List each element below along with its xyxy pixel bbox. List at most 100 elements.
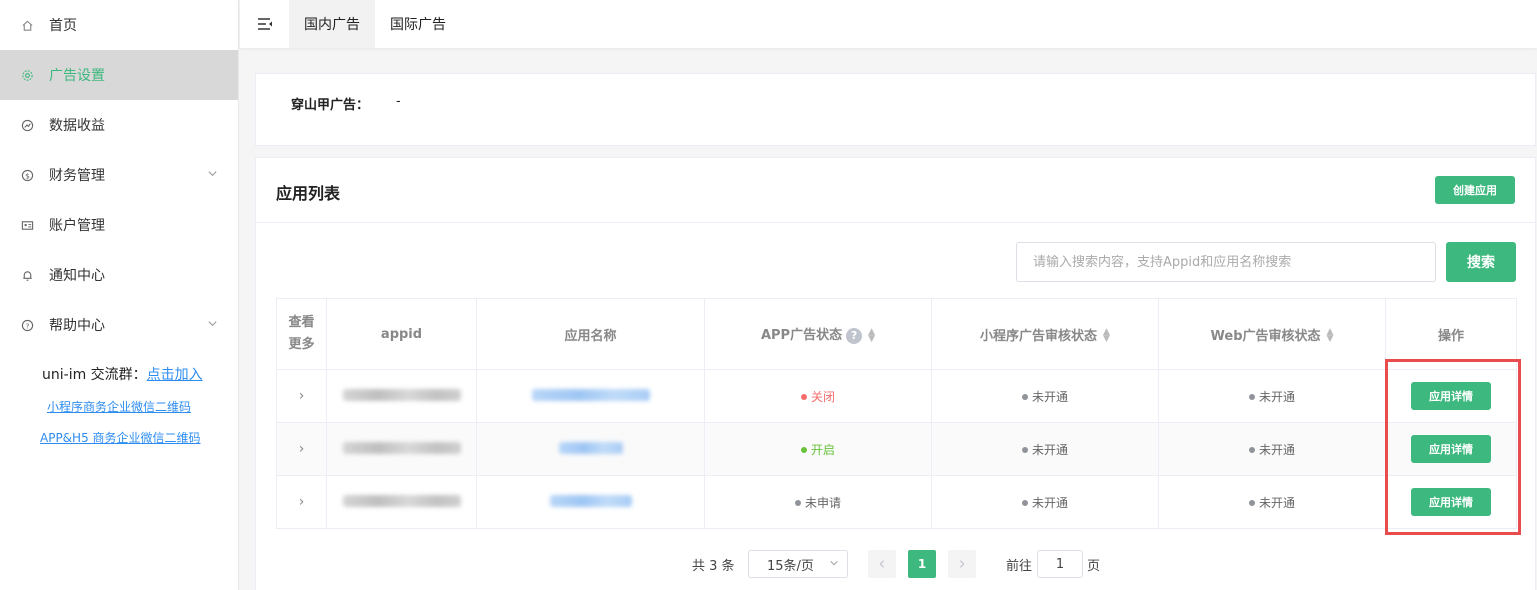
- page-size-select[interactable]: 15条/页: [748, 550, 848, 578]
- sort-icon[interactable]: ▲ ▼: [1327, 328, 1334, 344]
- pagination-total: 共 3 条: [692, 559, 735, 574]
- tab-international-ads[interactable]: 国际广告: [375, 0, 461, 48]
- column-header-label: 操作: [1437, 328, 1464, 344]
- status-dot: [1248, 394, 1255, 400]
- sort-icon[interactable]: ▲ ▼: [868, 327, 875, 343]
- goto-label: 前往: [1006, 559, 1033, 574]
- sidebar-item-revenue[interactable]: 数据收益: [0, 100, 238, 150]
- help-question-icon[interactable]: ?: [846, 327, 863, 344]
- home-icon: [20, 18, 34, 32]
- sidebar-item-ad-settings[interactable]: 广告设置: [0, 50, 238, 100]
- status-badge: 开启: [810, 442, 835, 457]
- sidebar: 首页 广告设置 数据收益 $ 财务管理 账户管理 通知中心 ? 帮助中心 uni…: [0, 0, 239, 590]
- appid-cell: [326, 422, 477, 476]
- column-header-web-status[interactable]: Web广告审核状态 ▲ ▼: [1158, 298, 1386, 370]
- app-name-cell: [476, 369, 705, 423]
- expand-row-toggle[interactable]: ›: [276, 369, 327, 423]
- chevron-down-icon: [207, 168, 218, 182]
- appid-redacted: [342, 441, 461, 454]
- sidebar-item-notifications[interactable]: 通知中心: [0, 250, 238, 300]
- svg-text:?: ?: [25, 321, 29, 330]
- table-header-row: 查看更多 appid 应用名称 APP广告状态? ▲ ▼ 小程序广告审核状态 ▲ ▼ W…: [276, 298, 1517, 370]
- app-name-redacted[interactable]: [558, 441, 623, 454]
- community-group-row: uni-im 交流群：点击加入: [42, 364, 238, 384]
- pangolin-ad-card: 穿山甲广告： -: [255, 73, 1536, 146]
- status-badge: 未申请: [804, 495, 841, 510]
- gear-icon: [20, 68, 34, 82]
- status-badge: 未开通: [1031, 495, 1068, 510]
- search-button[interactable]: 搜索: [1446, 242, 1516, 282]
- app-ad-status-cell: 未申请: [704, 475, 932, 529]
- svg-text:$: $: [25, 171, 30, 180]
- chevron-down-icon: [829, 558, 839, 571]
- chevron-right-icon[interactable]: ›: [299, 388, 305, 404]
- chevron-right-icon[interactable]: ›: [299, 494, 305, 510]
- table-row: › 未申请 未开通 未开通 应用详情: [276, 475, 1517, 529]
- sidebar-item-label: 财务管理: [49, 168, 105, 184]
- app-list-card: 应用列表 创建应用 搜索 查看更多 appid 应用名称 APP广告状态? ▲▼ …: [255, 157, 1536, 590]
- column-header-appid: appid: [326, 298, 477, 370]
- status-badge: 未开通: [1258, 389, 1295, 404]
- join-group-link[interactable]: 点击加入: [147, 367, 203, 383]
- web-status-cell: 未开通: [1158, 422, 1386, 476]
- sidebar-item-help[interactable]: ? 帮助中心: [0, 300, 238, 350]
- status-dot: [800, 394, 807, 400]
- web-status-cell: 未开通: [1158, 475, 1386, 529]
- appid-redacted: [342, 388, 461, 401]
- app-name-redacted[interactable]: [531, 388, 650, 401]
- miniprogram-business-qr-link[interactable]: 小程序商务企业微信二维码: [42, 398, 238, 415]
- column-header-label: 应用名称: [564, 328, 617, 344]
- status-badge: 未开通: [1258, 495, 1295, 510]
- pangolin-ad-value: -: [396, 94, 401, 109]
- appid-cell: [326, 369, 477, 423]
- sidebar-item-finance[interactable]: $ 财务管理: [0, 150, 238, 200]
- status-dot: [1021, 394, 1028, 400]
- column-header-miniprogram-status[interactable]: 小程序广告审核状态 ▲ ▼: [931, 298, 1159, 370]
- actions-highlight-box: [1385, 359, 1521, 535]
- create-app-button[interactable]: 创建应用: [1435, 176, 1515, 204]
- sidebar-item-label: 账户管理: [49, 218, 105, 234]
- app-ad-status-cell: 关闭: [704, 369, 932, 423]
- miniprogram-status-cell: 未开通: [931, 475, 1159, 529]
- prev-page-button[interactable]: [868, 550, 896, 578]
- next-page-button[interactable]: [948, 550, 976, 578]
- column-header-app-ad-status[interactable]: APP广告状态? ▲ ▼: [704, 298, 932, 370]
- page-number-current[interactable]: 1: [908, 550, 936, 578]
- expand-row-toggle[interactable]: ›: [276, 422, 327, 476]
- status-dot: [1248, 500, 1255, 506]
- sidebar-item-account[interactable]: 账户管理: [0, 200, 238, 250]
- community-group-label: uni-im 交流群：: [42, 367, 147, 383]
- search-input[interactable]: [1016, 242, 1436, 282]
- column-header-label: appid: [380, 326, 423, 342]
- table-row: › 开启 未开通 未开通 应用详情: [276, 422, 1517, 476]
- menu-collapse-icon[interactable]: [240, 0, 289, 48]
- web-status-cell: 未开通: [1158, 369, 1386, 423]
- app-name-cell: [476, 422, 705, 476]
- sidebar-item-label: 通知中心: [49, 268, 105, 284]
- column-header-expand: 查看更多: [276, 298, 327, 370]
- expand-row-toggle[interactable]: ›: [276, 475, 327, 529]
- account-icon: [20, 218, 34, 232]
- sidebar-item-home[interactable]: 首页: [0, 0, 238, 50]
- sidebar-item-label: 数据收益: [49, 118, 105, 134]
- status-dot: [1021, 500, 1028, 506]
- status-badge: 关闭: [810, 389, 835, 404]
- app-name-redacted[interactable]: [549, 494, 632, 507]
- sidebar-extra-links: uni-im 交流群：点击加入 小程序商务企业微信二维码 APP&H5 商务企业…: [0, 364, 238, 446]
- appid-redacted: [342, 494, 461, 507]
- chevron-right-icon[interactable]: ›: [299, 441, 305, 457]
- app-h5-business-qr-link[interactable]: APP&H5 商务企业微信二维码: [40, 429, 238, 446]
- miniprogram-status-cell: 未开通: [931, 369, 1159, 423]
- page-size-value: 15条/页: [767, 558, 814, 574]
- goto-page-input[interactable]: [1037, 550, 1083, 578]
- table-row: › 关闭 未开通 未开通 应用详情: [276, 369, 1517, 423]
- pagination: 共 3 条 15条/页 1 前往 页: [256, 548, 1535, 580]
- tab-domestic-ads[interactable]: 国内广告: [289, 0, 375, 48]
- column-header-label: 小程序广告审核状态: [980, 328, 1098, 344]
- status-badge: 未开通: [1031, 442, 1068, 457]
- bell-icon: [20, 268, 34, 282]
- app-list-title: 应用列表: [276, 184, 341, 203]
- status-dot: [800, 447, 807, 453]
- sidebar-item-label: 广告设置: [49, 68, 105, 84]
- sort-icon[interactable]: ▲ ▼: [1103, 328, 1110, 344]
